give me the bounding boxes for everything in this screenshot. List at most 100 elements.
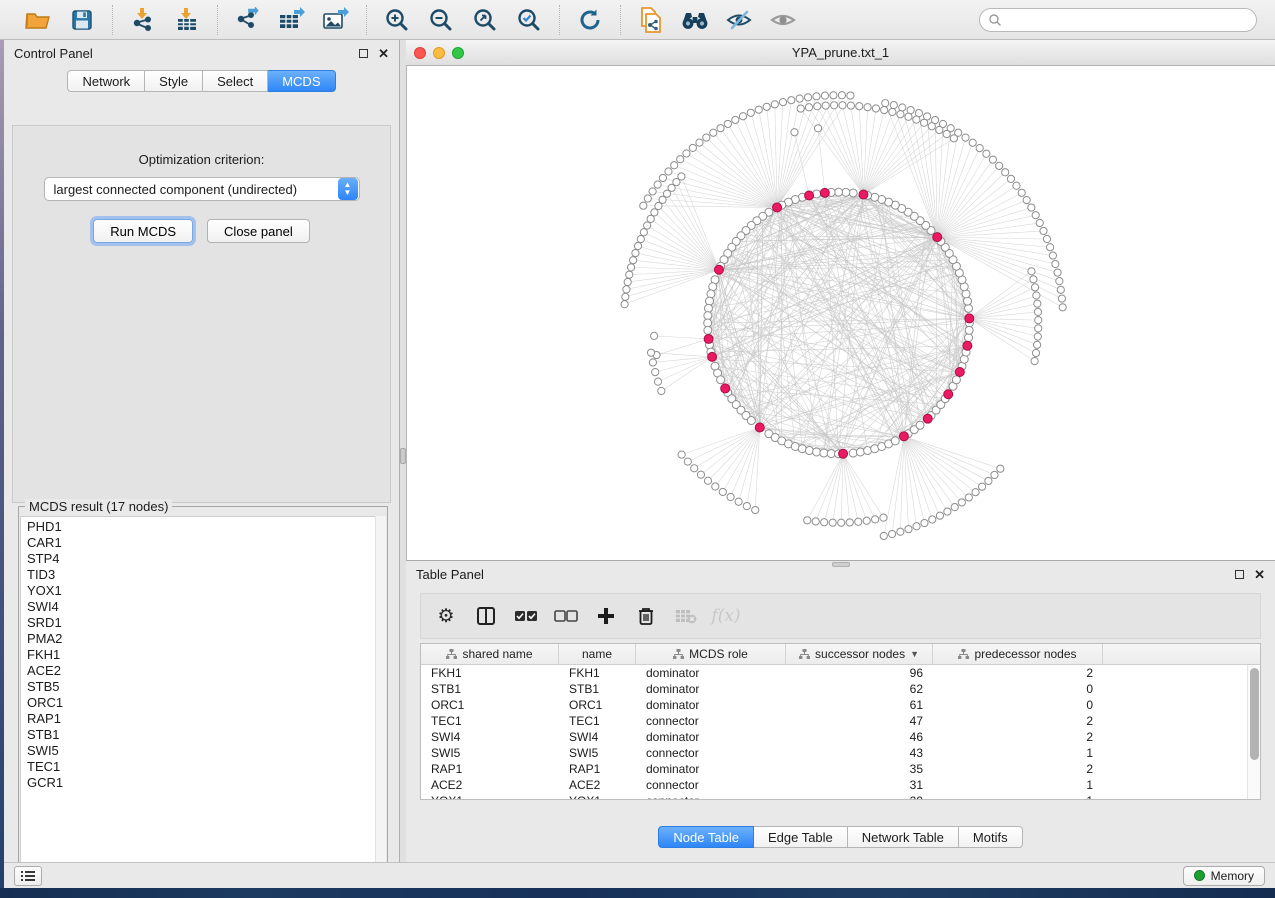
table-cell[interactable]: 2 [933,730,1103,744]
mcds-result-item[interactable]: TEC1 [27,759,385,775]
table-row[interactable]: YOX1YOX1connector291 [421,793,1260,800]
network-satellite-node[interactable] [684,458,691,465]
table-cell[interactable]: TEC1 [421,714,559,728]
delete-rows-button[interactable] [633,603,659,629]
network-node[interactable] [952,376,960,384]
table-row[interactable]: TEC1TEC1connector472 [421,713,1260,729]
show-all-button[interactable] [765,4,801,36]
table-cell[interactable]: 43 [786,746,933,760]
network-satellite-node[interactable] [838,519,845,526]
network-satellite-node[interactable] [727,493,734,500]
network-node[interactable] [707,290,715,298]
optimization-select[interactable]: largest connected component (undirected)… [44,177,360,201]
network-satellite-node[interactable] [1057,286,1064,293]
network-satellite-node[interactable] [856,103,863,110]
network-satellite-node[interactable] [1043,235,1050,242]
float-panel-icon[interactable] [359,49,368,58]
mcds-result-item[interactable]: PHD1 [27,519,385,535]
network-satellite-node[interactable] [626,271,633,278]
network-node[interactable] [827,450,835,458]
network-satellite-node[interactable] [905,113,912,120]
table-cell[interactable]: TEC1 [559,714,636,728]
network-satellite-node[interactable] [1034,308,1041,315]
network-satellite-node[interactable] [855,518,862,525]
network-satellite-node[interactable] [755,106,762,113]
network-dominator-node[interactable] [899,432,908,441]
network-satellite-node[interactable] [677,156,684,163]
network-satellite-node[interactable] [1052,260,1059,267]
network-satellite-node[interactable] [864,104,871,111]
network-satellite-node[interactable] [1059,304,1066,311]
network-satellite-node[interactable] [905,526,912,533]
network-satellite-node[interactable] [882,100,889,107]
network-satellite-node[interactable] [654,378,661,385]
network-satellite-node[interactable] [899,104,906,111]
network-satellite-node[interactable] [936,126,943,133]
network-node[interactable] [706,297,714,305]
mcds-list-scrollbar[interactable] [375,516,386,876]
table-cell[interactable]: 62 [786,682,933,696]
table-cell[interactable]: RAP1 [421,762,559,776]
select-all-button[interactable] [513,603,539,629]
close-panel-button[interactable]: Close panel [207,219,310,243]
table-settings-button[interactable]: ⚙ [433,603,459,629]
network-satellite-node[interactable] [719,488,726,495]
network-satellite-node[interactable] [847,92,854,99]
table-cell[interactable]: ACE2 [421,778,559,792]
table-cell[interactable]: 31 [786,778,933,792]
table-cell[interactable]: dominator [636,666,786,680]
network-satellite-node[interactable] [943,130,950,137]
network-dominator-node[interactable] [755,423,764,432]
network-node[interactable] [965,326,973,334]
export-image-button[interactable] [318,4,354,36]
tab-style[interactable]: Style [145,70,203,92]
network-satellite-node[interactable] [1033,292,1040,299]
search-input[interactable] [1002,13,1248,27]
table-panel-grip[interactable] [832,562,850,567]
table-cell[interactable]: RAP1 [559,762,636,776]
network-satellite-node[interactable] [665,168,672,175]
mcds-result-item[interactable]: GCR1 [27,775,385,791]
network-satellite-node[interactable] [1018,189,1025,196]
network-satellite-node[interactable] [839,102,846,109]
table-cell[interactable]: dominator [636,762,786,776]
table-cell[interactable]: FKH1 [421,666,559,680]
tab-motifs[interactable]: Motifs [959,826,1023,848]
network-satellite-node[interactable] [1031,358,1038,365]
table-cell[interactable]: 2 [933,666,1103,680]
table-scrollbar-thumb[interactable] [1250,668,1259,760]
table-row[interactable]: SWI5SWI5connector431 [421,745,1260,761]
network-satellite-node[interactable] [1035,317,1042,324]
apply-layout-button[interactable] [572,4,608,36]
network-dominator-node[interactable] [923,414,932,423]
network-dominator-node[interactable] [955,368,964,377]
network-satellite-node[interactable] [651,332,658,339]
table-cell[interactable]: 46 [786,730,933,744]
network-satellite-node[interactable] [640,202,647,209]
mcds-result-item[interactable]: ACE2 [27,663,385,679]
network-satellite-node[interactable] [889,108,896,115]
network-satellite-node[interactable] [671,162,678,169]
table-cell[interactable]: YOX1 [559,794,636,800]
network-satellite-node[interactable] [1032,349,1039,356]
network-dominator-node[interactable] [933,233,942,242]
network-satellite-node[interactable] [634,242,641,249]
network-satellite-node[interactable] [644,195,651,202]
network-satellite-node[interactable] [921,119,928,126]
table-cell[interactable]: YOX1 [421,794,559,800]
mcds-result-item[interactable]: SRD1 [27,615,385,631]
network-satellite-node[interactable] [907,107,914,114]
export-table-button[interactable] [274,4,310,36]
network-satellite-node[interactable] [624,278,631,285]
network-dominator-node[interactable] [963,341,972,350]
table-row[interactable]: ACE2ACE2connector311 [421,777,1260,793]
network-satellite-node[interactable] [640,229,647,236]
network-satellite-node[interactable] [627,264,634,271]
table-cell[interactable]: dominator [636,730,786,744]
network-satellite-node[interactable] [647,349,654,356]
network-satellite-node[interactable] [921,519,928,526]
network-satellite-node[interactable] [812,518,819,525]
zoom-out-button[interactable] [423,4,459,36]
network-satellite-node[interactable] [658,387,665,394]
table-cell[interactable]: 1 [933,794,1103,800]
